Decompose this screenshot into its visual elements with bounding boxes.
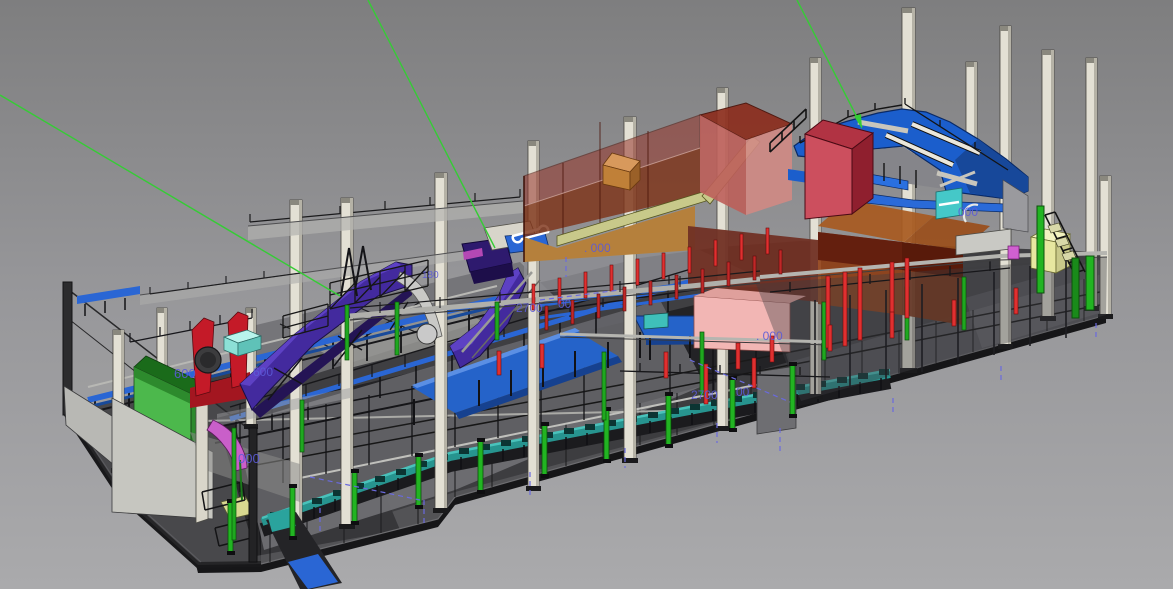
svg-text:. 000: . 000 xyxy=(584,241,611,255)
svg-text:2700: 2700 xyxy=(516,301,543,315)
svg-text:2700: 2700 xyxy=(691,388,718,402)
svg-text:000: 000 xyxy=(958,205,978,219)
svg-text:00: 00 xyxy=(736,385,750,399)
svg-text:000: 000 xyxy=(238,451,260,466)
svg-text:00: 00 xyxy=(558,297,572,311)
svg-text:. 000: . 000 xyxy=(756,329,783,343)
svg-text:180: 180 xyxy=(422,270,439,281)
svg-text:600: 600 xyxy=(253,365,273,379)
svg-text:600: 600 xyxy=(174,366,196,381)
